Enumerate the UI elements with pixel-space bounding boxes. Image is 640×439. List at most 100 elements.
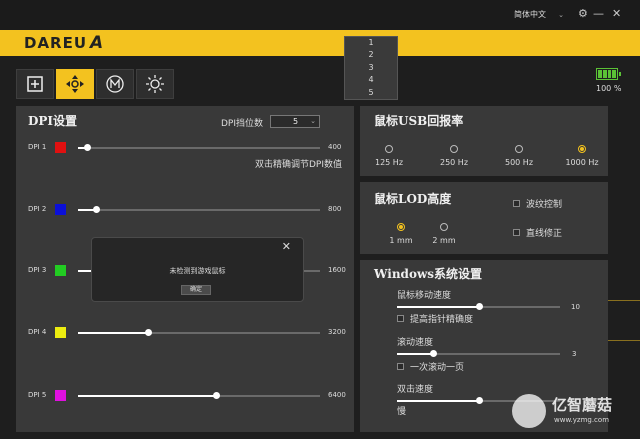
report-rate-label: 500 Hz <box>504 158 534 167</box>
macro-mode-button[interactable] <box>16 69 54 99</box>
dpi-slider-thumb[interactable] <box>83 144 91 151</box>
dialog-message: 未检测到游戏鼠标 <box>169 267 226 275</box>
report-rate-radio[interactable] <box>515 145 523 153</box>
dpi-color-swatch[interactable] <box>55 265 66 276</box>
slider-fill <box>397 306 479 308</box>
report-rate-radio[interactable] <box>578 145 586 153</box>
dpi-value: 3200 <box>328 328 346 336</box>
dpi-color-swatch[interactable] <box>55 204 66 215</box>
dpi-color-swatch[interactable] <box>55 142 66 153</box>
dpi-hint-text: 双击精确调节DPI数值 <box>255 160 343 170</box>
dpi-slider[interactable] <box>78 329 320 336</box>
floor-grid-line <box>608 300 640 301</box>
report-rate-label: 1000 Hz <box>565 158 599 167</box>
dpi-value: 800 <box>328 205 342 213</box>
watermark: 亿智蘑菇 www.yzmg.com <box>510 392 635 432</box>
report-rate-label: 250 Hz <box>439 158 469 167</box>
dpi-slider-fill <box>78 395 216 397</box>
scroll-page-checkbox[interactable] <box>397 363 404 370</box>
circle-m-icon <box>106 75 124 93</box>
dpi-row-label: DPI 2 <box>28 205 47 213</box>
slider-thumb[interactable] <box>475 397 483 404</box>
m-mode-button[interactable] <box>96 69 134 99</box>
ripple-control-checkbox[interactable] <box>513 200 520 207</box>
dpi-level-select[interactable]: 5 ⌄ <box>270 115 320 128</box>
watermark-text: 亿智蘑菇 <box>552 396 613 414</box>
windows-settings-title: Windows系统设置 <box>374 267 483 281</box>
dpi-value: 6400 <box>328 391 346 399</box>
lod-radio[interactable] <box>397 223 405 231</box>
mouse-speed-slider[interactable] <box>397 303 560 310</box>
plus-square-icon <box>27 76 43 92</box>
scroll-speed-value: 3 <box>572 350 577 358</box>
angle-snap-checkbox[interactable] <box>513 229 520 236</box>
report-rate-label: 125 Hz <box>374 158 404 167</box>
dpi-row-label: DPI 4 <box>28 328 47 336</box>
watermark-logo-icon <box>512 394 546 428</box>
language-select[interactable]: 简体中文 ⌄ <box>500 6 566 24</box>
lod-radio[interactable] <box>440 223 448 231</box>
no-mouse-dialog: ✕ 未检测到游戏鼠标 确定 <box>91 237 304 302</box>
lod-label: 2 mm <box>432 236 456 245</box>
chevron-down-icon: ⌄ <box>558 11 564 19</box>
dpi-slider[interactable] <box>78 144 320 151</box>
close-icon[interactable]: ✕ <box>282 240 291 253</box>
dpi-value: 400 <box>328 143 342 151</box>
double-click-slow-label: 慢 <box>397 407 407 417</box>
logo-mark: A <box>90 33 105 53</box>
chevron-down-icon: ⌄ <box>310 117 316 125</box>
light-mode-button[interactable] <box>136 69 174 99</box>
dpi-level-option[interactable]: 5 <box>345 87 397 99</box>
lod-label: 1 mm <box>389 236 413 245</box>
floor-grid-line <box>608 340 640 341</box>
direction-pad-icon <box>66 75 84 93</box>
dpi-level-option[interactable]: 2 <box>345 49 397 61</box>
language-label: 简体中文 <box>514 10 546 19</box>
slider-fill <box>397 353 433 355</box>
watermark-url: www.yzmg.com <box>554 416 610 424</box>
dpi-slider-thumb[interactable] <box>212 392 220 399</box>
battery-percent: 100 % <box>596 84 622 93</box>
report-rate-radio[interactable] <box>450 145 458 153</box>
dpi-slider[interactable] <box>78 392 320 399</box>
battery-icon <box>596 68 621 80</box>
dpi-level-label: DPI挡位数 <box>221 119 264 129</box>
pointer-precision-checkbox[interactable] <box>397 315 404 322</box>
title-bar: 简体中文 ⌄ ⚙ — ✕ <box>0 0 640 30</box>
lod-title: 鼠标LOD高度 <box>374 192 452 206</box>
slider-fill <box>397 400 479 402</box>
dpi-level-option[interactable]: 3 <box>345 62 397 74</box>
dpi-color-swatch[interactable] <box>55 390 66 401</box>
report-rate-radio[interactable] <box>385 145 393 153</box>
dareu-logo: DAREU A <box>24 33 104 53</box>
double-click-label: 双击速度 <box>397 385 434 395</box>
dpi-row-label: DPI 5 <box>28 391 47 399</box>
dpi-value: 1600 <box>328 266 346 274</box>
brand-bar: DAREU A <box>0 30 640 56</box>
dpi-color-swatch[interactable] <box>55 327 66 338</box>
dpi-slider[interactable] <box>78 206 320 213</box>
dpi-level-option[interactable]: 1 <box>345 37 397 49</box>
angle-snap-label: 直线修正 <box>526 229 563 239</box>
dpi-row-label: DPI 1 <box>28 143 47 151</box>
dpi-panel-title: DPI设置 <box>28 114 78 128</box>
dpi-level-dropdown-list: 1 2 3 4 5 <box>344 36 398 100</box>
dpi-level-option[interactable]: 4 <box>345 74 397 86</box>
mouse-speed-label: 鼠标移动速度 <box>397 291 452 301</box>
dpi-slider-fill <box>78 332 149 334</box>
scroll-speed-label: 滚动速度 <box>397 338 434 348</box>
pointer-precision-label: 提高指针精确度 <box>410 315 474 325</box>
logo-text: DAREU <box>24 34 88 52</box>
close-icon[interactable]: ✕ <box>612 6 621 22</box>
minimize-icon[interactable]: — <box>593 6 604 22</box>
slider-thumb[interactable] <box>429 350 437 357</box>
mouse-speed-value: 10 <box>571 303 580 311</box>
gear-icon[interactable]: ⚙ <box>578 6 588 22</box>
ripple-control-label: 波纹控制 <box>526 200 563 210</box>
move-mode-button[interactable] <box>56 69 94 99</box>
scroll-speed-slider[interactable] <box>397 350 560 357</box>
report-rate-title: 鼠标USB回报率 <box>374 114 464 128</box>
slider-thumb[interactable] <box>475 303 483 310</box>
dpi-level-value: 5 <box>293 117 299 126</box>
dialog-ok-button[interactable]: 确定 <box>181 285 211 295</box>
